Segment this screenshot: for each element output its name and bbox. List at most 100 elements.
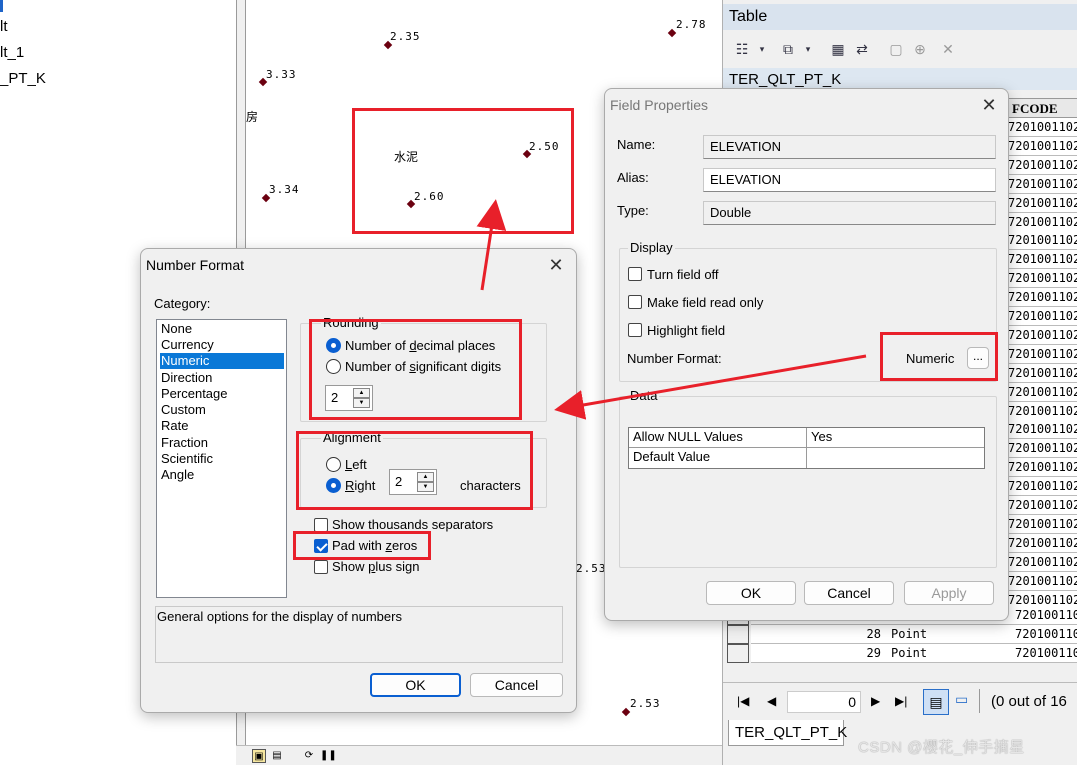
table-cell-fcode[interactable]: 7201001102 — [1005, 344, 1077, 364]
selection-count: (0 out of 16 — [991, 693, 1067, 710]
toc-item[interactable]: _PT_K — [0, 70, 46, 87]
table-cell-fcode[interactable]: 7201001102 — [1005, 250, 1077, 270]
list-item[interactable]: Angle — [160, 467, 195, 483]
chevron-down-icon[interactable]: ▾ — [753, 40, 771, 58]
ok-button[interactable]: OK — [706, 581, 796, 605]
table-cell-fcode[interactable]: 7201001102 — [1005, 174, 1077, 194]
property-name: Allow NULL Values — [629, 428, 807, 448]
row-selector[interactable] — [727, 625, 749, 644]
nav-divider — [979, 689, 980, 713]
column-header-fcode[interactable]: FCODE — [1005, 98, 1077, 118]
table-row[interactable]: 28 Point 7201001102 — [751, 625, 1077, 644]
apply-button[interactable]: Apply — [904, 581, 994, 605]
cancel-button[interactable]: Cancel — [470, 673, 563, 697]
table-cell-fcode[interactable]: 7201001102 — [1005, 401, 1077, 421]
category-list[interactable]: None Currency Numeric Direction Percenta… — [156, 319, 287, 598]
table-cell-fcode[interactable]: 7201001102 — [1005, 571, 1077, 591]
list-item[interactable]: None — [160, 321, 193, 337]
zoom-selected-icon[interactable]: ⊕ — [911, 40, 929, 58]
table-cell-fcode[interactable]: 7201001102 — [1005, 533, 1077, 553]
show-selected-records-icon[interactable]: ▭ — [955, 691, 968, 708]
annotation-box-map — [352, 108, 574, 234]
previous-record-icon[interactable]: ◀ — [767, 694, 776, 708]
table-cell-fcode[interactable]: 7201001102 — [1005, 269, 1077, 289]
last-record-icon[interactable]: ▶| — [895, 694, 907, 708]
checkbox-label: Show plus sign — [332, 559, 420, 574]
table-options-icon[interactable]: ☷ — [733, 40, 751, 58]
table-cell-fcode[interactable]: 7201001102 — [1005, 477, 1077, 497]
table-cell-fcode[interactable]: 7201001102 — [1005, 288, 1077, 308]
allow-null-value[interactable]: Yes — [807, 428, 984, 448]
turn-field-off-checkbox[interactable] — [628, 267, 642, 281]
highlight-field-checkbox[interactable] — [628, 323, 642, 337]
checkbox-label: Turn field off — [647, 267, 719, 282]
cancel-button[interactable]: Cancel — [804, 581, 894, 605]
table-cell-fcode[interactable]: 7201001102 — [1005, 325, 1077, 345]
list-item[interactable]: Rate — [160, 418, 189, 434]
table-cell-fcode[interactable]: 7201001102 — [1005, 458, 1077, 478]
table-toolbar: ☷ ▾ ⧉ ▾ ▦ ⇄ ▢ ⊕ ✕ — [723, 32, 1077, 66]
select-by-attributes-icon[interactable]: ▦ — [829, 40, 847, 58]
switch-selection-icon[interactable]: ⇄ — [853, 40, 871, 58]
row-selector[interactable] — [727, 644, 749, 663]
clear-selection-icon[interactable]: ▢ — [887, 40, 905, 58]
table-cell-fcode[interactable]: 7201001102 — [1005, 496, 1077, 515]
table-cell-fcode[interactable]: 7201001102 — [1005, 118, 1077, 137]
table-tab[interactable]: TER_QLT_PT_K — [728, 720, 847, 746]
layout-view-icon[interactable]: ▣ — [252, 749, 266, 763]
toc-selection-marker — [0, 0, 3, 12]
watermark: CSDN @樱花_伸手摘星 — [858, 739, 1025, 756]
list-item[interactable]: Direction — [160, 370, 213, 386]
related-tables-icon[interactable]: ⧉ — [779, 40, 797, 58]
list-item[interactable]: Scientific — [160, 451, 214, 467]
table-cell-fcode[interactable]: 7201001102 — [1005, 382, 1077, 402]
category-label: Category: — [154, 296, 211, 311]
record-number-input[interactable]: 0 — [787, 691, 861, 713]
table-cell-fcode[interactable]: 7201001102 — [1005, 231, 1077, 251]
list-item[interactable]: Percentage — [160, 386, 229, 402]
table-row[interactable]: 29 Point 7201001102 — [751, 644, 1077, 663]
point-label: 2.35 — [390, 30, 421, 43]
ok-button[interactable]: OK — [370, 673, 461, 697]
table-cell-fcode[interactable]: 7201001102 — [1005, 514, 1077, 534]
cell-fid: 29 — [866, 646, 881, 660]
annotation-box-number-format — [880, 332, 998, 381]
pause-icon[interactable]: ❚❚ — [320, 749, 337, 763]
show-all-records-icon[interactable]: ▤ — [923, 689, 949, 715]
map-status-bar: ▣ ▤ ⟳ ❚❚ — [236, 745, 722, 765]
table-cell-fcode[interactable]: 7201001102 — [1005, 363, 1077, 383]
table-cell-fcode[interactable]: 7201001102 — [1005, 155, 1077, 175]
table-cell-fcode[interactable]: 7201001102 — [1005, 439, 1077, 459]
table-cell-fcode[interactable]: 7201001102 — [1005, 212, 1077, 232]
list-item-selected[interactable]: Numeric — [160, 353, 284, 369]
table-cell-fcode[interactable]: 7201001102 — [1005, 136, 1077, 156]
close-icon[interactable]: ✕ — [542, 254, 570, 276]
next-record-icon[interactable]: ▶ — [871, 694, 880, 708]
read-only-checkbox[interactable] — [628, 295, 642, 309]
list-item[interactable]: Fraction — [160, 435, 209, 451]
list-item[interactable]: Currency — [160, 337, 215, 353]
dialog-title: Number Format — [146, 257, 245, 273]
alias-field[interactable]: ELEVATION — [703, 168, 996, 192]
delete-selected-icon[interactable]: ✕ — [939, 40, 957, 58]
thousands-separator-checkbox[interactable] — [314, 518, 328, 532]
name-field[interactable]: ELEVATION — [703, 135, 996, 159]
table-cell-fcode[interactable]: 7201001102 — [1005, 307, 1077, 326]
list-item[interactable]: Custom — [160, 402, 207, 418]
checkbox-label: Highlight field — [647, 323, 726, 338]
first-record-icon[interactable]: |◀ — [737, 694, 749, 708]
table-cell-fcode[interactable]: 7201001102 — [1005, 552, 1077, 572]
type-field: Double — [703, 201, 996, 225]
toc-item[interactable]: lt_1 — [0, 44, 24, 61]
toc-item[interactable]: lt — [0, 18, 8, 35]
refresh-icon[interactable]: ⟳ — [302, 749, 316, 763]
close-icon[interactable]: ✕ — [975, 94, 1003, 116]
chevron-down-icon[interactable]: ▾ — [799, 40, 817, 58]
data-property-grid: Allow NULL Values Yes Default Value — [628, 427, 985, 469]
data-view-icon[interactable]: ▤ — [270, 749, 284, 763]
point-marker — [621, 707, 631, 717]
table-cell-fcode[interactable]: 7201001102 — [1005, 193, 1077, 213]
show-plus-sign-checkbox[interactable] — [314, 560, 328, 574]
table-cell-fcode[interactable]: 7201001102 — [1005, 420, 1077, 440]
default-value-input[interactable] — [807, 448, 984, 468]
